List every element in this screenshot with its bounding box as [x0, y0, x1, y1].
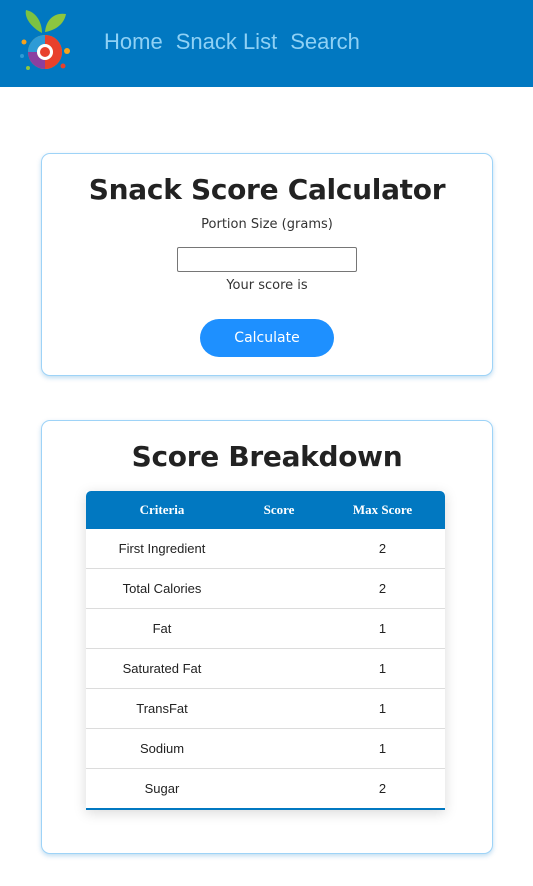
calculate-button[interactable]: Calculate — [200, 319, 334, 357]
breakdown-table-container: Criteria Score Max Score First Ingredien… — [86, 491, 445, 810]
portion-size-label: Portion Size (grams) — [201, 217, 333, 232]
max-score-cell: 1 — [320, 728, 445, 769]
breakdown-title: Score Breakdown — [131, 440, 403, 473]
portion-size-input[interactable] — [177, 247, 357, 272]
table-row: Fat 1 — [86, 608, 445, 649]
table-header-row: Criteria Score Max Score — [86, 491, 445, 529]
max-score-cell: 1 — [320, 688, 445, 729]
score-cell — [238, 568, 320, 609]
max-score-cell: 1 — [320, 608, 445, 649]
max-score-cell: 1 — [320, 648, 445, 689]
score-breakdown-card: Score Breakdown Criteria Score Max Score… — [41, 420, 493, 854]
score-cell — [238, 529, 320, 569]
criteria-cell: Saturated Fat — [86, 648, 238, 689]
calculator-title: Snack Score Calculator — [88, 173, 446, 206]
score-result-text: Your score is — [226, 278, 308, 293]
criteria-cell: Sodium — [86, 728, 238, 769]
criteria-cell: Fat — [86, 608, 238, 649]
max-score-cell: 2 — [378, 541, 387, 556]
criteria-cell: Sugar — [86, 768, 238, 808]
header-max-score: Max Score — [352, 502, 413, 517]
main-nav: Home Snack List Search — [104, 28, 360, 56]
max-score-cell: 2 — [320, 568, 445, 609]
criteria-cell: Total Calories — [86, 568, 238, 609]
top-navbar: Home Snack List Search — [0, 0, 533, 87]
table-row: Total Calories 2 — [86, 568, 445, 609]
nav-link-search[interactable]: Search — [290, 28, 360, 56]
breakdown-table: Criteria Score Max Score First Ingredien… — [86, 491, 445, 808]
score-cell — [238, 768, 320, 808]
nav-link-home[interactable]: Home — [104, 28, 163, 56]
criteria-cell: First Ingredient — [118, 541, 206, 556]
score-cell — [238, 648, 320, 689]
table-row: Sodium 1 — [86, 728, 445, 769]
score-cell — [238, 688, 320, 729]
calculator-card: Snack Score Calculator Portion Size (gra… — [41, 153, 493, 376]
table-row: First Ingredient 2 — [86, 529, 445, 569]
fruit-logo-icon[interactable] — [14, 6, 78, 76]
score-cell — [238, 608, 320, 649]
header-score: Score — [263, 502, 295, 517]
score-cell — [238, 728, 320, 769]
table-row: TransFat 1 — [86, 688, 445, 729]
table-row: Saturated Fat 1 — [86, 648, 445, 689]
criteria-cell: TransFat — [86, 688, 238, 729]
nav-link-snack-list[interactable]: Snack List — [176, 28, 278, 56]
header-criteria: Criteria — [139, 502, 185, 517]
max-score-cell: 2 — [320, 768, 445, 808]
table-row: Sugar 2 — [86, 768, 445, 808]
